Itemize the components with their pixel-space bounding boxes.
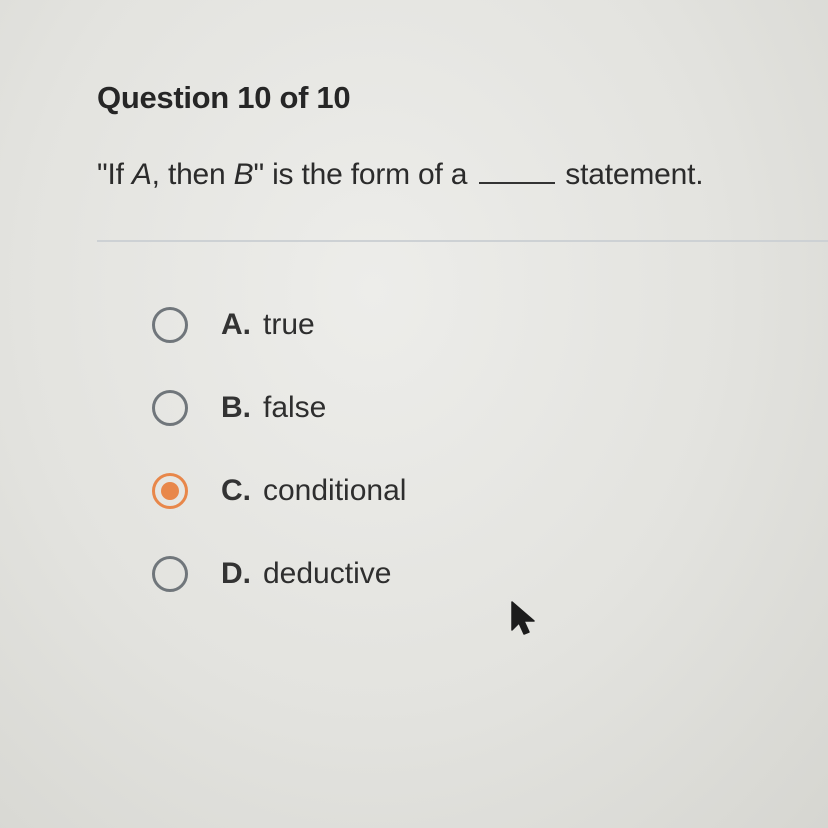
option-letter: B. — [221, 391, 251, 424]
mouse-pointer-icon — [511, 601, 535, 635]
option-c[interactable]: C. conditional — [152, 470, 406, 512]
prompt-text-end: statement. — [565, 158, 704, 191]
option-b[interactable]: B. false — [152, 387, 406, 429]
answer-blank — [479, 178, 556, 184]
prompt-variable-b: B — [233, 158, 254, 191]
answer-options: A. true B. false C. conditional D. deduc… — [152, 304, 406, 595]
radio-button-a[interactable] — [152, 307, 188, 343]
prompt-text-open: "If — [97, 158, 132, 191]
option-label: false — [263, 391, 327, 424]
option-letter: A. — [221, 308, 251, 341]
radio-button-b[interactable] — [152, 390, 188, 426]
question-number-heading: Question 10 of 10 — [97, 80, 351, 115]
option-label: conditional — [263, 474, 407, 507]
divider — [97, 240, 828, 242]
option-a[interactable]: A. true — [152, 304, 406, 346]
radio-button-d[interactable] — [152, 556, 188, 592]
option-label: true — [263, 308, 315, 341]
prompt-text-mid: , then — [151, 158, 234, 191]
radio-button-c-selected[interactable] — [152, 473, 188, 509]
option-label: deductive — [263, 557, 392, 590]
prompt-variable-a: A — [131, 158, 152, 191]
question-prompt: "If A, then B" is the form of a statement… — [97, 158, 704, 192]
option-letter: C. — [221, 474, 251, 507]
option-d[interactable]: D. deductive — [152, 553, 406, 595]
option-letter: D. — [221, 557, 251, 590]
prompt-text-after-b: " is the form of a — [253, 158, 468, 191]
